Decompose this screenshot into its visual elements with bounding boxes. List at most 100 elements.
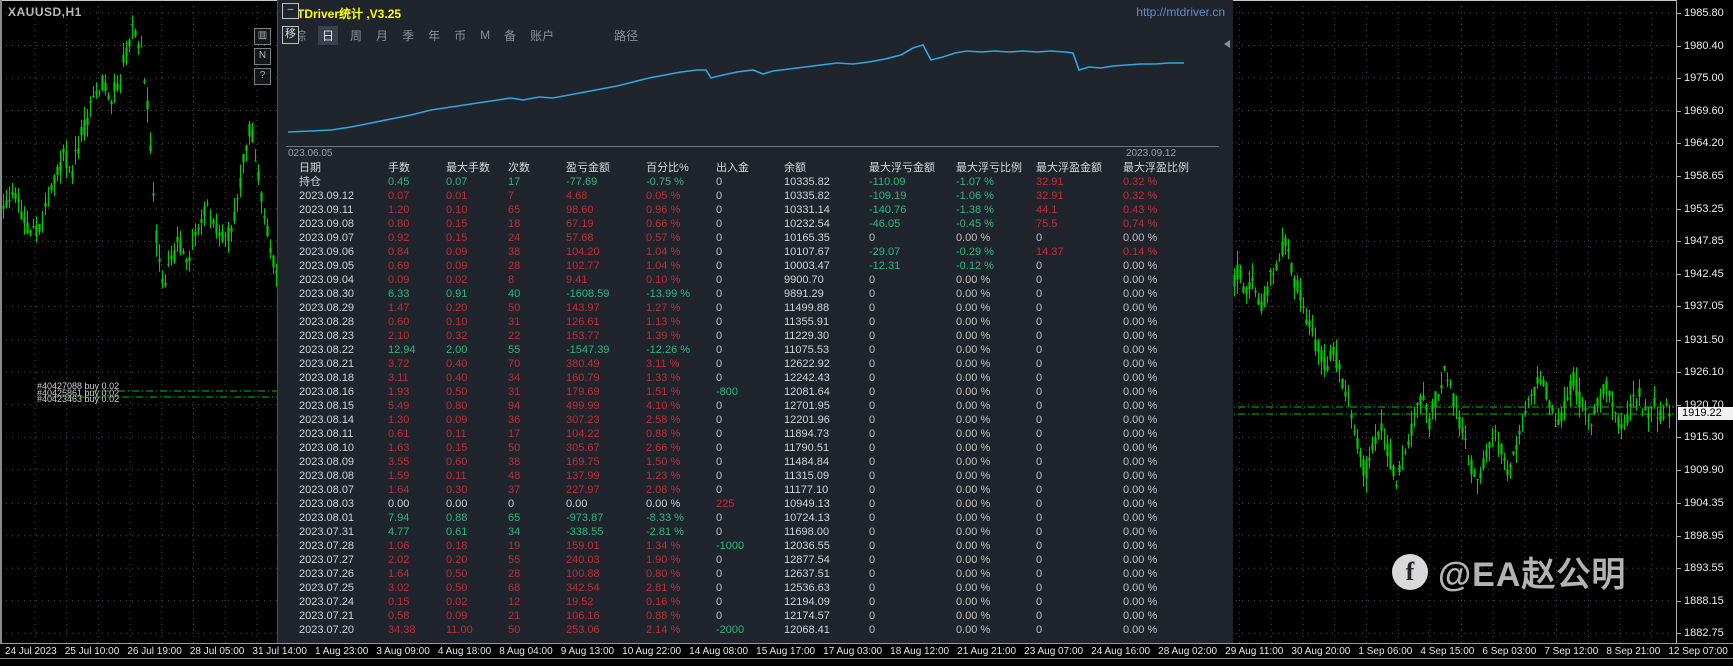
cell-max-lots: 0.11 (446, 427, 467, 441)
cell-in-out: 0 (716, 483, 722, 497)
cell-max-float-loss: 0 (869, 427, 875, 441)
cell-balance: 11075.53 (784, 343, 829, 357)
price-axis-label: 1964.20 (1684, 137, 1724, 149)
cell-max-float-loss: 0 (869, 539, 875, 553)
cell-balance: 12637.51 (784, 567, 830, 581)
cell-max-float-profit-pct: 0.00 % (1123, 539, 1157, 553)
cell-max-float-loss: 0 (869, 441, 875, 455)
cell-profit: 9.41 (566, 273, 587, 287)
cell-lots: 0.15 (388, 595, 409, 609)
cell-max-float-profit-pct: 0.00 % (1123, 553, 1157, 567)
cell-max-float-profit: 0 (1036, 399, 1042, 413)
cell-lots: 0.92 (388, 231, 409, 245)
time-axis-label: 18 Aug 12:00 (890, 646, 949, 657)
cell-date: 2023.07.26 (299, 567, 354, 581)
table-row: 2023.08.017.940.8865-973.87-8.33 %010724… (278, 511, 1233, 525)
cell-profit: 380.49 (566, 357, 600, 371)
cell-max-float-profit-pct: 0.00 % (1123, 609, 1157, 623)
time-axis-label: 10 Aug 22:00 (622, 646, 681, 657)
table-row: 2023.08.093.550.6038169.751.50 %011484.8… (278, 455, 1233, 469)
cell-max-float-profit: 0 (1036, 609, 1042, 623)
cell-balance: 11499.88 (784, 301, 829, 315)
cell-lots: 1.59 (388, 469, 409, 483)
cell-percent: 1.39 % (646, 329, 680, 343)
cell-percent: 1.13 % (646, 315, 680, 329)
cell-percent: 1.51 % (646, 385, 680, 399)
table-row: 2023.08.2212.942.0055-1547.39-12.26 %011… (278, 343, 1233, 357)
cell-count: 31 (508, 315, 520, 329)
cell-count: 68 (508, 581, 520, 595)
cell-lots: 1.64 (388, 483, 409, 497)
price-tick (1677, 405, 1681, 406)
cell-max-float-profit: 0 (1036, 287, 1042, 301)
cell-profit: 227.97 (566, 483, 600, 497)
cell-max-float-profit: 0 (1036, 553, 1042, 567)
cell-profit: 57.68 (566, 231, 594, 245)
current-price-tag: 1919.22 (1678, 407, 1733, 420)
cell-date: 2023.08.15 (299, 399, 354, 413)
cell-percent: 3.11 % (646, 357, 679, 371)
cell-in-out: -1000 (716, 539, 744, 553)
cell-balance: 10232.54 (784, 217, 830, 231)
cell-in-out: 0 (716, 413, 722, 427)
price-axis-label: 1980.40 (1684, 40, 1724, 52)
time-axis-label: 28 Jul 05:00 (190, 646, 245, 657)
cell-lots: 1.64 (388, 567, 409, 581)
cell-max-lots: 0.18 (446, 539, 467, 553)
cell-max-lots: 0.09 (446, 259, 467, 273)
cell-lots: 0.84 (388, 245, 409, 259)
cell-balance: 10335.82 (784, 189, 830, 203)
cell-max-float-profit: 0 (1036, 567, 1042, 581)
cell-max-float-loss: 0 (869, 581, 875, 595)
cell-lots: 0.07 (388, 189, 409, 203)
cell-lots: 12.94 (388, 343, 416, 357)
cell-count: 0 (508, 497, 514, 511)
cell-max-float-profit-pct: 0.00 % (1123, 287, 1157, 301)
header-date: 日期 (299, 161, 321, 175)
cell-count: 40 (508, 287, 520, 301)
window-bottom-border (0, 658, 1733, 659)
table-row: 2023.07.314.770.6134-338.55-2.81 %011698… (278, 525, 1233, 539)
cell-max-lots: 0.50 (446, 567, 467, 581)
cell-max-float-loss-pct: 0.00 % (956, 371, 990, 385)
cell-count: 17 (508, 175, 520, 189)
cell-max-float-loss-pct: 0.00 % (956, 273, 990, 287)
cell-percent: -12.26 % (646, 343, 690, 357)
cell-count: 36 (508, 413, 520, 427)
chart-n-button[interactable]: N (254, 48, 271, 65)
cell-max-float-profit-pct: 0.00 % (1123, 385, 1157, 399)
cell-count: 34 (508, 371, 520, 385)
cell-max-float-loss: 0 (869, 315, 875, 329)
cell-in-out: 0 (716, 231, 722, 245)
cell-max-float-profit: 14.37 (1036, 245, 1064, 259)
cell-max-float-loss: 0 (869, 287, 875, 301)
cell-max-float-profit: 0 (1036, 315, 1042, 329)
panel-move-button[interactable]: 移 (282, 26, 299, 44)
cell-lots: 0.61 (388, 427, 409, 441)
cell-balance: 10949.13 (784, 497, 830, 511)
chart-indicator-button[interactable]: ▥ (254, 28, 271, 45)
chart-help-button[interactable]: ? (254, 68, 271, 85)
price-axis-label: 1888.15 (1684, 595, 1724, 607)
cell-count: 28 (508, 259, 520, 273)
cell-max-float-profit-pct: 0.00 % (1123, 511, 1157, 525)
cell-max-float-loss-pct: 0.00 % (956, 315, 990, 329)
cell-date: 2023.07.21 (299, 609, 354, 623)
cell-date: 2023.09.06 (299, 245, 354, 259)
time-axis-label: 7 Sep 12:00 (1544, 646, 1598, 657)
cell-max-float-profit: 0 (1036, 385, 1042, 399)
price-tick (1677, 46, 1681, 47)
cell-count: 48 (508, 469, 520, 483)
cell-count: 55 (508, 553, 520, 567)
panel-minimize-button[interactable]: – (282, 3, 299, 19)
cell-max-float-loss: 0 (869, 357, 875, 371)
cell-max-lots: 0.15 (446, 231, 467, 245)
table-row: 2023.08.280.600.1031126.611.13 %011355.9… (278, 315, 1233, 329)
time-axis-label: 3 Aug 09:00 (376, 646, 429, 657)
time-axis-label: 23 Aug 07:00 (1024, 646, 1083, 657)
cell-date: 2023.08.14 (299, 413, 354, 427)
price-axis-label: 1953.25 (1684, 203, 1724, 215)
time-axis-label: 24 Jul 2023 (5, 646, 57, 657)
cell-max-lots: 0.10 (446, 203, 467, 217)
cell-in-out: 0 (716, 357, 722, 371)
